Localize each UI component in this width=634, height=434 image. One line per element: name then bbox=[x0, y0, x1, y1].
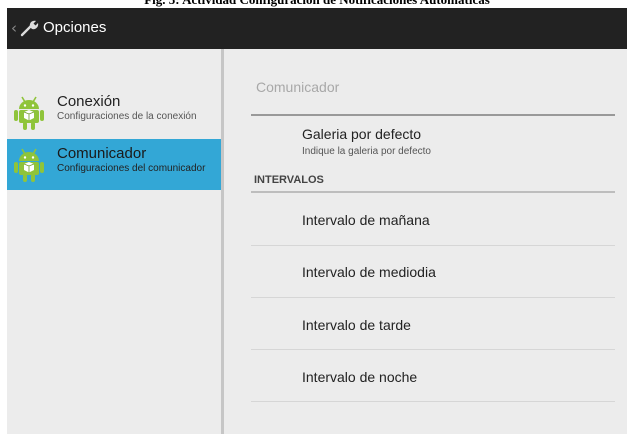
wrench-icon[interactable] bbox=[19, 18, 41, 38]
preference-title: Galeria por defecto bbox=[302, 126, 422, 142]
preference-summary: Indique la galeria por defecto bbox=[302, 146, 431, 157]
android-icon bbox=[14, 148, 44, 182]
up-caret-icon[interactable]: ‹ bbox=[11, 20, 17, 36]
list-divider bbox=[251, 297, 615, 298]
settings-screen: ‹ Opciones Conexión Configuraciones de l… bbox=[7, 8, 627, 434]
detail-pane: Comunicador Galeria por defecto Indique … bbox=[224, 49, 627, 434]
header-item-conexion[interactable]: Conexión Configuraciones de la conexión bbox=[7, 87, 221, 138]
action-bar: ‹ Opciones bbox=[7, 8, 627, 49]
header-item-comunicador[interactable]: Comunicador Configuraciones del comunica… bbox=[7, 139, 221, 190]
category-divider bbox=[251, 114, 615, 116]
header-summary: Configuraciones de la conexión bbox=[57, 111, 197, 122]
preference-title: Intervalo de mañana bbox=[302, 212, 430, 228]
list-divider bbox=[251, 401, 615, 402]
android-icon bbox=[14, 96, 44, 130]
preference-title: Intervalo de mediodia bbox=[302, 264, 436, 280]
section-divider bbox=[251, 191, 615, 193]
preference-title: Intervalo de tarde bbox=[302, 317, 411, 333]
list-divider bbox=[251, 245, 615, 246]
figure-caption: Fig. 5: Actividad Configuración de Notif… bbox=[0, 0, 634, 8]
list-divider bbox=[251, 349, 615, 350]
preference-title: Intervalo de noche bbox=[302, 369, 418, 385]
action-bar-title[interactable]: Opciones bbox=[43, 19, 106, 37]
section-header: INTERVALOS bbox=[254, 174, 324, 186]
header-title: Conexión bbox=[57, 93, 121, 110]
headers-pane: Conexión Configuraciones de la conexión … bbox=[7, 49, 221, 434]
figure-caption-text: Fig. 5: Actividad Configuración de Notif… bbox=[0, 0, 634, 8]
header-title: Comunicador bbox=[57, 145, 147, 162]
header-summary: Configuraciones del comunicador bbox=[57, 163, 206, 174]
category-title: Comunicador bbox=[256, 79, 340, 95]
